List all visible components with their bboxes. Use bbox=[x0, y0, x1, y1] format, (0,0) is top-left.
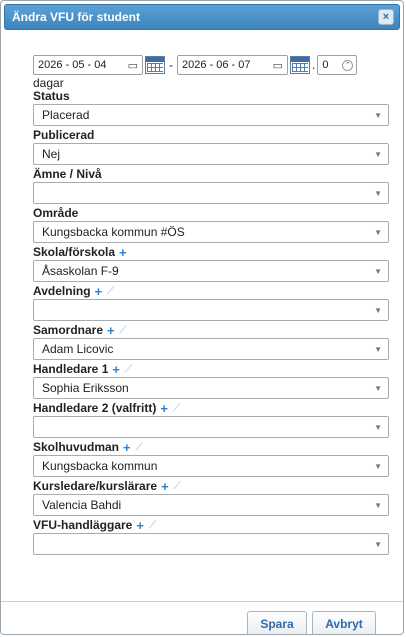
chevron-down-icon: ▼ bbox=[374, 539, 382, 549]
add-skola-icon[interactable]: + bbox=[119, 245, 127, 260]
end-calendar-icon[interactable] bbox=[290, 56, 310, 74]
publicerad-label: Publicerad bbox=[33, 128, 95, 142]
chevron-down-icon: ▼ bbox=[374, 149, 382, 159]
chevron-down-icon: ▼ bbox=[374, 110, 382, 120]
field-publicerad: Publicerad Nej ▼ bbox=[33, 128, 389, 165]
kursledare-value: Valencia Bahdi bbox=[42, 498, 122, 512]
kursledare-label: Kursledare/kurslärare + ⟋ bbox=[33, 479, 181, 494]
publicerad-select[interactable]: Nej ▼ bbox=[33, 143, 389, 165]
amne-select[interactable]: ▼ bbox=[33, 182, 389, 204]
calendar-small-icon: ▭ bbox=[272, 59, 283, 72]
separator-dot: . bbox=[312, 58, 316, 72]
edit-samordnare-icon[interactable]: ⟋ bbox=[120, 323, 127, 338]
status-select[interactable]: Placerad ▼ bbox=[33, 104, 389, 126]
field-status: Status Placerad ▼ bbox=[33, 89, 389, 126]
status-label: Status bbox=[33, 89, 70, 103]
calendar-small-icon: ▭ bbox=[127, 59, 138, 72]
edit-kursledare-icon[interactable]: ⟋ bbox=[174, 479, 181, 494]
field-skola: Skola/förskola + Åsaskolan F-9 ▼ bbox=[33, 245, 389, 282]
add-handledare2-icon[interactable]: + bbox=[160, 401, 168, 416]
field-handledare1: Handledare 1 + ⟋ Sophia Eriksson ▼ bbox=[33, 362, 389, 399]
edit-handledare2-icon[interactable]: ⟋ bbox=[173, 401, 180, 416]
days-input[interactable]: 0 ⌃ bbox=[317, 55, 358, 75]
skola-select[interactable]: Åsaskolan F-9 ▼ bbox=[33, 260, 389, 282]
skola-value: Åsaskolan F-9 bbox=[42, 264, 119, 278]
add-samordnare-icon[interactable]: + bbox=[107, 323, 115, 338]
publicerad-value: Nej bbox=[42, 147, 61, 161]
save-button[interactable]: Spara bbox=[247, 611, 307, 634]
field-vfuhandlaggare: VFU-handläggare + ⟋ ▼ bbox=[33, 518, 389, 555]
status-value: Placerad bbox=[42, 108, 90, 122]
days-value: 0 bbox=[322, 59, 329, 71]
chevron-down-icon: ▼ bbox=[374, 461, 382, 471]
chevron-down-icon: ▼ bbox=[374, 188, 382, 198]
skolhuvudman-select[interactable]: Kungsbacka kommun ▼ bbox=[33, 455, 389, 477]
handledare2-select[interactable]: ▼ bbox=[33, 416, 389, 438]
add-vfuhandlaggare-icon[interactable]: + bbox=[136, 518, 144, 533]
handledare1-value: Sophia Eriksson bbox=[42, 381, 129, 395]
add-kursledare-icon[interactable]: + bbox=[161, 479, 169, 494]
omrade-select[interactable]: Kungsbacka kommun #ÖS ▼ bbox=[33, 221, 389, 243]
field-amne: Ämne / Nivå ▼ bbox=[33, 167, 389, 204]
skola-label: Skola/förskola + bbox=[33, 245, 127, 260]
avdelning-select[interactable]: ▼ bbox=[33, 299, 389, 321]
field-handledare2: Handledare 2 (valfritt) + ⟋ ▼ bbox=[33, 401, 389, 438]
samordnare-label: Samordnare + ⟋ bbox=[33, 323, 127, 338]
field-skolhuvudman: Skolhuvudman + ⟋ Kungsbacka kommun ▼ bbox=[33, 440, 389, 477]
handledare2-label: Handledare 2 (valfritt) + ⟋ bbox=[33, 401, 180, 416]
edit-vfuhandlaggare-icon[interactable]: ⟋ bbox=[149, 518, 156, 533]
edit-handledare1-icon[interactable]: ⟋ bbox=[125, 362, 132, 377]
skolhuvudman-label: Skolhuvudman + ⟋ bbox=[33, 440, 143, 455]
dialog-title: Ändra VFU för student bbox=[12, 10, 140, 24]
omrade-label: Område bbox=[33, 206, 79, 220]
add-skolhuvudman-icon[interactable]: + bbox=[123, 440, 131, 455]
samordnare-value: Adam Licovic bbox=[42, 342, 114, 356]
vfuhandlaggare-label: VFU-handläggare + ⟋ bbox=[33, 518, 156, 533]
date-separator: - bbox=[169, 58, 173, 72]
edit-avdelning-icon[interactable]: ⟋ bbox=[107, 284, 114, 299]
chevron-down-icon: ▼ bbox=[374, 344, 382, 354]
field-omrade: Område Kungsbacka kommun #ÖS ▼ bbox=[33, 206, 389, 243]
omrade-value: Kungsbacka kommun #ÖS bbox=[42, 225, 185, 239]
close-icon[interactable]: × bbox=[378, 9, 394, 25]
field-samordnare: Samordnare + ⟋ Adam Licovic ▼ bbox=[33, 323, 389, 360]
spinner-icon[interactable]: ⌃ bbox=[342, 59, 354, 71]
field-avdelning: Avdelning + ⟋ ▼ bbox=[33, 284, 389, 321]
samordnare-select[interactable]: Adam Licovic ▼ bbox=[33, 338, 389, 360]
handledare1-select[interactable]: Sophia Eriksson ▼ bbox=[33, 377, 389, 399]
chevron-down-icon: ▼ bbox=[374, 227, 382, 237]
chevron-down-icon: ▼ bbox=[374, 500, 382, 510]
avdelning-label: Avdelning + ⟋ bbox=[33, 284, 115, 299]
chevron-down-icon: ▼ bbox=[374, 305, 382, 315]
edit-skolhuvudman-icon[interactable]: ⟋ bbox=[136, 440, 143, 455]
start-date-value: 2026 - 05 - 04 bbox=[38, 59, 107, 71]
end-date-input[interactable]: 2026 - 06 - 07 ▭ bbox=[177, 55, 288, 75]
skolhuvudman-value: Kungsbacka kommun bbox=[42, 459, 158, 473]
kursledare-select[interactable]: Valencia Bahdi ▼ bbox=[33, 494, 389, 516]
form-content: 2026 - 05 - 04 ▭ - 2026 - 06 - 07 ▭ . 0 … bbox=[1, 30, 403, 555]
end-date-value: 2026 - 06 - 07 bbox=[182, 59, 251, 71]
dialog-footer: Spara Avbryt bbox=[1, 601, 403, 634]
start-calendar-icon[interactable] bbox=[145, 56, 165, 74]
vfuhandlaggare-select[interactable]: ▼ bbox=[33, 533, 389, 555]
handledare1-label: Handledare 1 + ⟋ bbox=[33, 362, 132, 377]
amne-label: Ämne / Nivå bbox=[33, 167, 102, 181]
start-date-input[interactable]: 2026 - 05 - 04 ▭ bbox=[33, 55, 143, 75]
dialog-titlebar[interactable]: Ändra VFU för student × bbox=[4, 4, 400, 30]
chevron-down-icon: ▼ bbox=[374, 383, 382, 393]
edit-vfu-dialog: Ändra VFU för student × 2026 - 05 - 04 ▭… bbox=[0, 0, 404, 635]
chevron-down-icon: ▼ bbox=[374, 422, 382, 432]
chevron-down-icon: ▼ bbox=[374, 266, 382, 276]
field-kursledare: Kursledare/kurslärare + ⟋ Valencia Bahdi… bbox=[33, 479, 389, 516]
days-suffix: dagar bbox=[33, 76, 64, 90]
add-handledare1-icon[interactable]: + bbox=[112, 362, 120, 377]
add-avdelning-icon[interactable]: + bbox=[95, 284, 103, 299]
date-range-row: 2026 - 05 - 04 ▭ - 2026 - 06 - 07 ▭ . 0 … bbox=[33, 54, 377, 76]
cancel-button[interactable]: Avbryt bbox=[312, 611, 376, 634]
